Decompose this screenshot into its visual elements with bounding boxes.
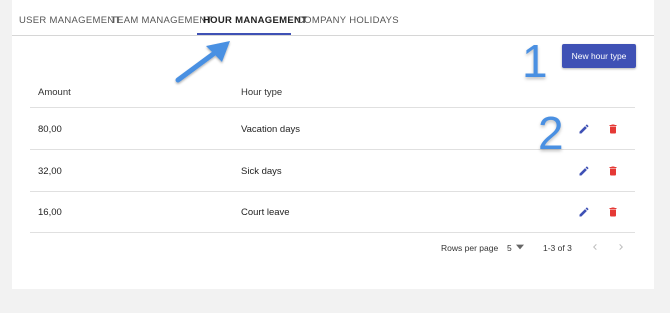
- amount-cell: 80,00: [38, 124, 62, 135]
- column-header-amount: Amount: [38, 87, 71, 98]
- tab-user-management[interactable]: USER MANAGEMENT: [19, 0, 121, 36]
- annotation-arrow: [175, 41, 230, 83]
- hour-type-cell: Sick days: [241, 166, 282, 177]
- rows-per-page-label: Rows per page: [441, 243, 499, 253]
- pencil-icon[interactable]: [578, 206, 590, 218]
- active-tab-indicator: [197, 33, 291, 35]
- hour-type-cell: Vacation days: [241, 124, 300, 135]
- row-divider: [30, 191, 635, 192]
- column-header-hour-type: Hour type: [241, 87, 283, 98]
- amount-cell: 16,00: [38, 207, 62, 218]
- rows-per-page-select[interactable]: 5: [506, 240, 528, 254]
- tab-bar: USER MANAGEMENT TEAM MANAGEMENT HOUR MAN…: [12, 0, 654, 36]
- amount-cell: 32,00: [38, 166, 62, 177]
- row-divider: [30, 232, 635, 233]
- tab-team-management[interactable]: TEAM MANAGEMENT: [111, 0, 213, 36]
- pencil-icon[interactable]: [578, 165, 590, 177]
- trash-icon[interactable]: [607, 123, 619, 135]
- tab-company-holidays[interactable]: COMPANY HOLIDAYS: [297, 0, 399, 36]
- annotation-marker-1: 1: [522, 35, 548, 87]
- trash-icon[interactable]: [607, 206, 619, 218]
- tab-hour-management[interactable]: HOUR MANAGEMENT: [203, 0, 307, 36]
- pagination-range: 1-3 of 3: [543, 243, 572, 253]
- chevron-left-icon[interactable]: [589, 240, 601, 254]
- new-hour-type-button[interactable]: New hour type: [562, 44, 636, 68]
- chevron-right-icon[interactable]: [615, 240, 627, 254]
- annotation-marker-2: 2: [538, 107, 564, 159]
- trash-icon[interactable]: [607, 165, 619, 177]
- caret-down-icon: [516, 244, 524, 250]
- hour-type-cell: Court leave: [241, 207, 290, 218]
- pencil-icon[interactable]: [578, 123, 590, 135]
- rows-per-page-value: 5: [507, 243, 512, 253]
